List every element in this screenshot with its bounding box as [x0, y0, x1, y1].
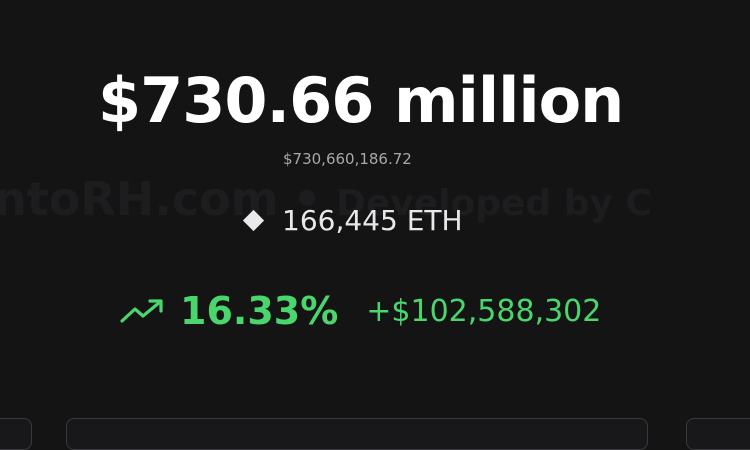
bottom-card-left	[0, 418, 32, 450]
ethereum-diamond-icon	[242, 209, 265, 232]
bottom-card-center	[66, 418, 648, 450]
market-value-headline: $730.66 million	[98, 64, 624, 137]
bottom-card-right	[686, 418, 750, 450]
watermark-site: ntoRH.com	[0, 172, 279, 226]
percent-change: 16.33%	[180, 289, 339, 333]
trending-up-icon	[120, 299, 163, 323]
value-change: +$102,588,302	[366, 293, 602, 329]
performance-row: 16.33% +$102,588,302	[120, 289, 601, 333]
eth-amount: 166,445 ETH	[282, 204, 463, 237]
market-value-exact: $730,660,186.72	[283, 150, 412, 168]
eth-holdings: 166,445 ETH	[242, 204, 463, 237]
